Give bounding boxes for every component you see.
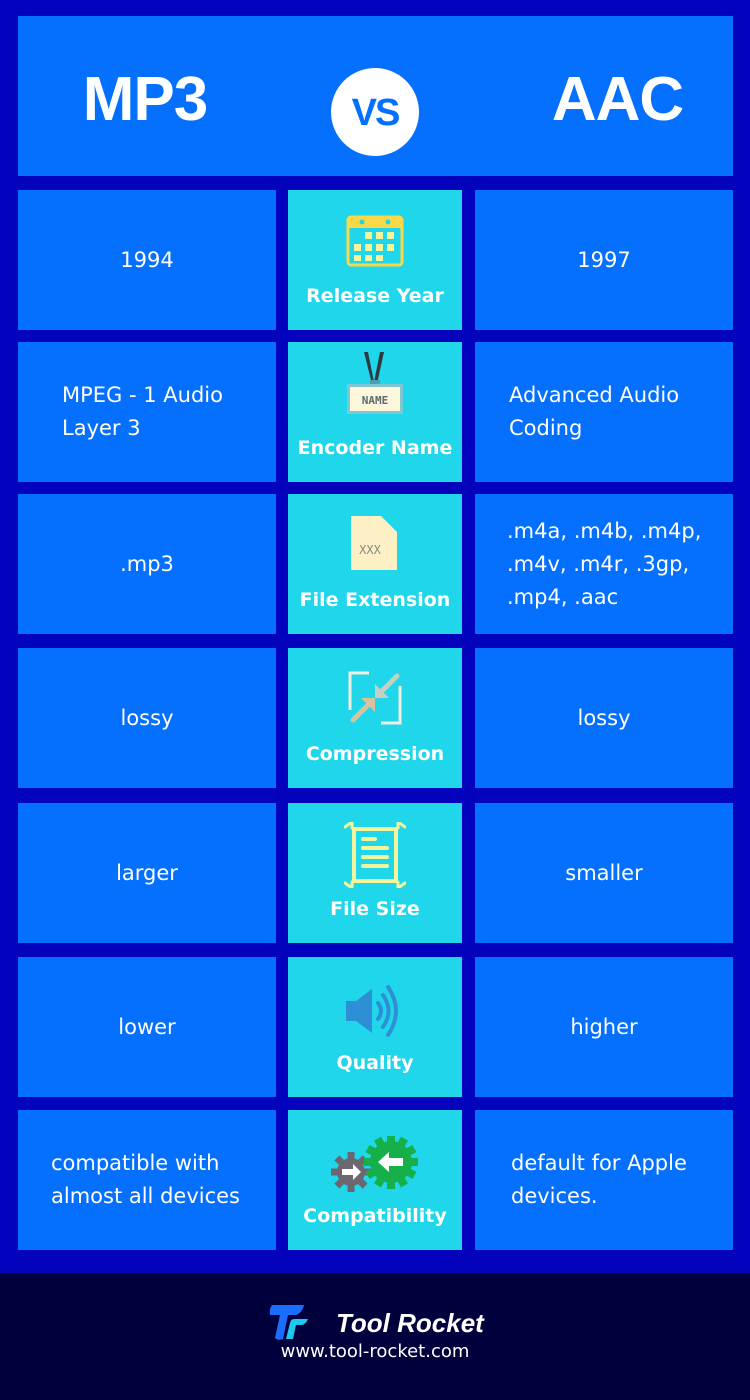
file-icon-text: XXX — [359, 543, 381, 557]
compress-icon — [288, 662, 462, 734]
criterion-cell: Compression — [288, 648, 462, 788]
aac-value: Advanced Audio Coding — [475, 342, 733, 482]
footer: Tool Rocket www.tool-rocket.com — [0, 1273, 750, 1400]
criterion-cell: XXX File Extension — [288, 494, 462, 634]
tool-rocket-logo-icon — [269, 1305, 308, 1340]
brand-name: Tool Rocket — [336, 1307, 484, 1338]
aac-value: smaller — [475, 803, 733, 943]
criterion-label: Compatibility — [303, 1205, 447, 1227]
aac-value: .m4a, .m4b, .m4p, .m4v, .m4r, .3gp, .mp4… — [475, 494, 733, 634]
criterion-cell: Release Year — [288, 190, 462, 330]
mp3-value: larger — [18, 803, 276, 943]
criterion-cell: Quality — [288, 957, 462, 1097]
comparison-row-file-extension: .mp3 XXX File Extension .m4a, .m4b, .m4p… — [18, 494, 733, 634]
criterion-label: Compression — [305, 743, 445, 765]
comparison-row-encoder-name: MPEG - 1 Audio Layer 3 NAME Encoder Name… — [18, 342, 733, 482]
vs-badge: VS — [331, 68, 419, 156]
comparison-row-release-year: 1994 Release Year 1997 — [18, 190, 733, 330]
criterion-cell: NAME Encoder Name — [288, 342, 462, 482]
mp3-value: lower — [18, 957, 276, 1097]
criterion-label: Quality — [336, 1052, 414, 1074]
comparison-header: MP3 VS AAC — [18, 16, 733, 176]
comparison-row-compatibility: compatible with almost all devices Compa… — [18, 1110, 733, 1250]
mp3-value: .mp3 — [18, 494, 276, 634]
mp3-value: lossy — [18, 648, 276, 788]
mp3-value: MPEG - 1 Audio Layer 3 — [18, 342, 276, 482]
comparison-row-file-size: larger File Size smaller — [18, 803, 733, 943]
aac-value: 1997 — [475, 190, 733, 330]
criterion-label: Encoder Name — [297, 437, 453, 459]
calendar-icon — [288, 204, 462, 276]
comparison-row-quality: lower Quality higher — [18, 957, 733, 1097]
right-format-title: AAC — [551, 65, 684, 134]
name-badge-icon: NAME — [288, 352, 462, 426]
aac-value: lossy — [475, 648, 733, 788]
file-icon: XXX — [288, 508, 462, 580]
brand-logo[interactable]: Tool Rocket — [268, 1303, 484, 1343]
criterion-cell: Compatibility — [288, 1110, 462, 1250]
criterion-label: File Extension — [299, 589, 451, 611]
mp3-value: compatible with almost all devices — [18, 1110, 276, 1250]
criterion-label: Release Year — [306, 285, 444, 307]
mp3-value: 1994 — [18, 190, 276, 330]
comparison-row-compression: lossy Compression lossy — [18, 648, 733, 788]
aac-value: default for Apple devices. — [475, 1110, 733, 1250]
badge-text: NAME — [362, 394, 389, 407]
speaker-icon — [288, 975, 462, 1047]
criterion-cell: File Size — [288, 803, 462, 943]
website-link[interactable]: www.tool-rocket.com — [0, 1341, 750, 1362]
aac-value: higher — [475, 957, 733, 1097]
left-format-title: MP3 — [82, 65, 208, 134]
criterion-label: File Size — [330, 898, 420, 920]
gears-icon — [288, 1130, 462, 1202]
document-size-icon — [288, 815, 462, 895]
